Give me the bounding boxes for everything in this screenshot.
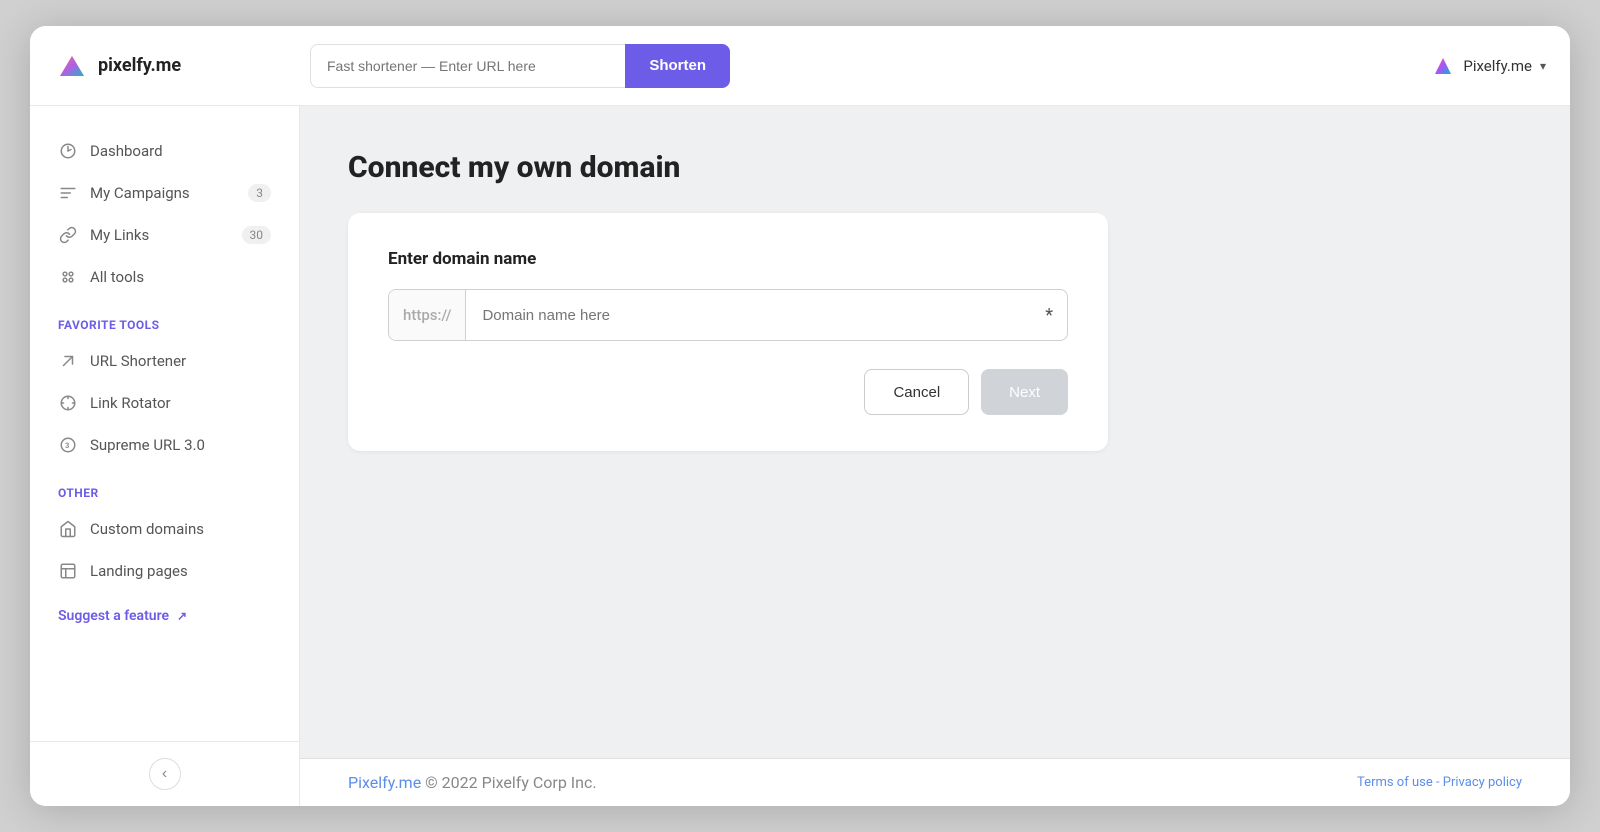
suggest-feature-label: Suggest a feature <box>58 608 169 624</box>
url-shortener-bar: Shorten <box>310 44 730 88</box>
sidebar-nav: Dashboard My Campaigns 3 My Links 30 <box>30 130 299 741</box>
links-badge: 30 <box>242 226 272 244</box>
logo-icon <box>54 48 90 84</box>
domain-input-row: https:// * <box>388 289 1068 341</box>
campaigns-label: My Campaigns <box>90 184 236 202</box>
sidebar-item-links[interactable]: My Links 30 <box>30 214 299 256</box>
logo-area: pixelfy.me <box>54 48 294 84</box>
collapse-sidebar-button[interactable]: ‹ <box>149 758 181 790</box>
content-area: Connect my own domain Enter domain name … <box>300 106 1570 806</box>
account-label: Pixelfy.me <box>1463 57 1532 75</box>
main-layout: Dashboard My Campaigns 3 My Links 30 <box>30 106 1570 806</box>
all-tools-icon <box>58 267 78 287</box>
card-actions: Cancel Next <box>388 369 1068 415</box>
links-label: My Links <box>90 226 230 244</box>
sidebar-item-url-shortener[interactable]: URL Shortener <box>30 340 299 382</box>
card-section-title: Enter domain name <box>388 249 1068 269</box>
account-menu[interactable]: Pixelfy.me ▾ <box>1431 54 1546 78</box>
url-shortener-label: URL Shortener <box>90 352 271 370</box>
chevron-down-icon: ▾ <box>1540 59 1546 73</box>
link-rotator-icon <box>58 393 78 413</box>
landing-pages-label: Landing pages <box>90 562 271 580</box>
sidebar-item-link-rotator[interactable]: Link Rotator <box>30 382 299 424</box>
sidebar-item-all-tools[interactable]: All tools <box>30 256 299 298</box>
domain-prefix: https:// <box>389 290 466 340</box>
domain-name-input[interactable] <box>466 307 1031 324</box>
link-rotator-label: Link Rotator <box>90 394 271 412</box>
footer-left: Pixelfy.me © 2022 Pixelfy Corp Inc. <box>348 773 597 792</box>
dashboard-label: Dashboard <box>90 142 271 160</box>
all-tools-label: All tools <box>90 268 271 286</box>
sidebar-item-landing-pages[interactable]: Landing pages <box>30 550 299 592</box>
landing-pages-icon <box>58 561 78 581</box>
footer-copyright: © 2022 Pixelfy Corp Inc. <box>425 773 596 792</box>
domain-card: Enter domain name https:// * Cancel Next <box>348 213 1108 451</box>
sidebar-footer: ‹ <box>30 741 299 806</box>
sidebar-item-campaigns[interactable]: My Campaigns 3 <box>30 172 299 214</box>
content-footer: Pixelfy.me © 2022 Pixelfy Corp Inc. Term… <box>300 758 1570 806</box>
campaigns-icon <box>58 183 78 203</box>
supreme-url-label: Supreme URL 3.0 <box>90 436 271 454</box>
sidebar-item-custom-domains[interactable]: Custom domains <box>30 508 299 550</box>
suggest-feature-link[interactable]: Suggest a feature ↗ <box>30 592 299 640</box>
sidebar: Dashboard My Campaigns 3 My Links 30 <box>30 106 300 806</box>
content-inner: Connect my own domain Enter domain name … <box>300 106 1570 758</box>
other-section-label: OTHER <box>30 466 299 508</box>
required-asterisk: * <box>1031 305 1067 326</box>
dashboard-icon <box>58 141 78 161</box>
account-logo-icon <box>1431 54 1455 78</box>
footer-right[interactable]: Terms of use - Privacy policy <box>1357 775 1522 790</box>
supreme-url-icon: 3 <box>58 435 78 455</box>
url-shortener-icon <box>58 351 78 371</box>
next-button[interactable]: Next <box>981 369 1068 415</box>
svg-text:3: 3 <box>65 441 69 450</box>
footer-brand-link[interactable]: Pixelfy.me <box>348 773 421 792</box>
shorten-button[interactable]: Shorten <box>625 44 730 88</box>
sidebar-item-dashboard[interactable]: Dashboard <box>30 130 299 172</box>
external-link-icon: ↗ <box>177 609 187 623</box>
custom-domains-label: Custom domains <box>90 520 271 538</box>
logo-text: pixelfy.me <box>98 55 181 76</box>
sidebar-item-supreme-url[interactable]: 3 Supreme URL 3.0 <box>30 424 299 466</box>
campaigns-badge: 3 <box>248 184 271 202</box>
custom-domains-icon <box>58 519 78 539</box>
favorite-tools-section-label: FAVORITE TOOLS <box>30 298 299 340</box>
topbar: pixelfy.me Shorten Pixelfy.me ▾ <box>30 26 1570 106</box>
links-icon <box>58 225 78 245</box>
url-input[interactable] <box>310 44 625 88</box>
cancel-button[interactable]: Cancel <box>864 369 969 415</box>
page-title: Connect my own domain <box>348 150 1522 185</box>
